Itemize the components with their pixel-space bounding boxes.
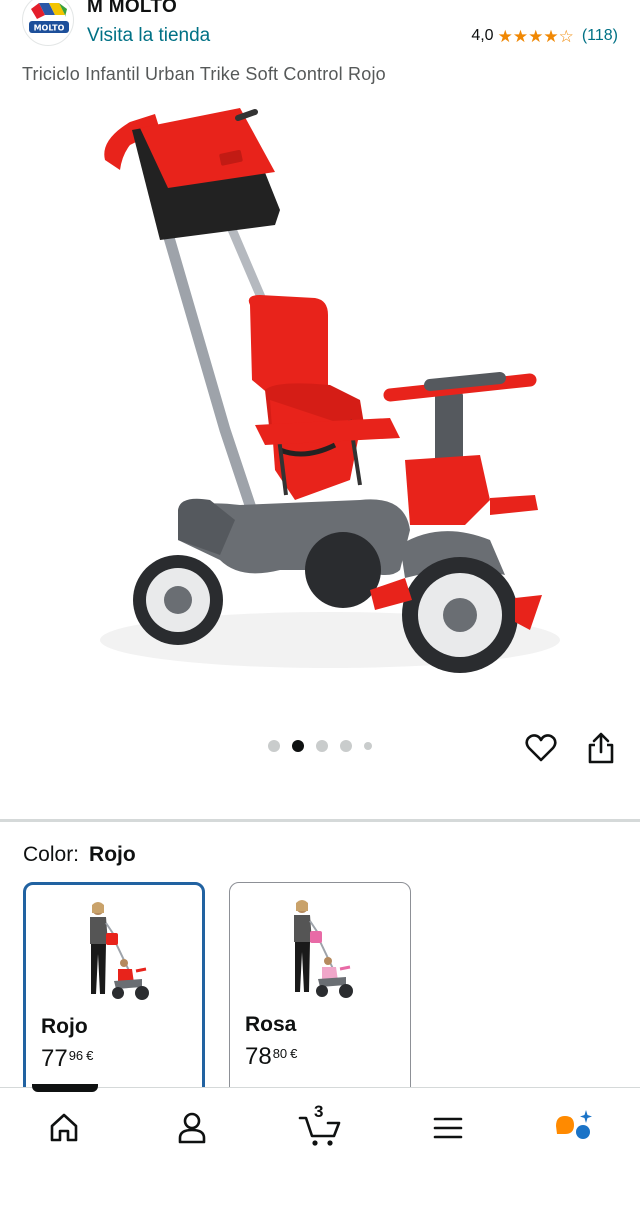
color-selection-label: Color: Rojo — [23, 843, 136, 866]
nav-assistant[interactable] — [552, 1106, 600, 1150]
color-option-image — [90, 902, 149, 1000]
star-filled-icon: ★ — [512, 26, 529, 46]
menu-icon — [433, 1117, 463, 1139]
color-option-image — [294, 900, 353, 998]
assistant-icon — [556, 1110, 592, 1139]
color-option-name: Rosa — [245, 1013, 297, 1036]
brand-logo[interactable]: MOLTO — [22, 0, 74, 46]
nav-cart[interactable]: 3 — [296, 1102, 344, 1150]
carousel-dot-active[interactable] — [292, 740, 304, 752]
product-title: Triciclo Infantil Urban Trike Soft Contr… — [22, 64, 386, 84]
rating-value: 4,0 — [471, 27, 494, 44]
heart-icon — [525, 734, 557, 762]
visit-store-link[interactable]: Visita la tienda — [87, 25, 210, 47]
color-option-rosa[interactable]: Rosa 78 80 € — [229, 882, 411, 1102]
star-empty-icon: ☆ — [558, 26, 574, 46]
carousel-dot[interactable] — [268, 740, 280, 752]
share-icon — [588, 732, 614, 764]
selected-color: Rojo — [89, 843, 136, 866]
nav-active-indicator — [32, 1084, 98, 1092]
rating-summary[interactable]: 4,0 ★ ★ ★ ★ ☆ (118) — [471, 27, 618, 45]
cart-count-badge: 3 — [314, 1102, 324, 1121]
star-rating: ★ ★ ★ ★ ☆ — [498, 28, 574, 45]
star-filled-icon: ★ — [528, 26, 544, 46]
home-icon — [50, 1113, 78, 1142]
carousel-dot[interactable] — [364, 742, 372, 750]
nav-menu[interactable] — [424, 1106, 472, 1150]
nav-account[interactable] — [168, 1106, 216, 1150]
star-filled-icon: ★ — [543, 26, 559, 46]
add-to-wishlist-button[interactable] — [524, 731, 558, 765]
carousel-dot[interactable] — [340, 740, 352, 752]
bottom-navigation: 3 — [0, 1084, 640, 1210]
svg-text:MOLTO: MOLTO — [34, 24, 65, 33]
carousel-dot[interactable] — [316, 740, 328, 752]
color-option-price: 78 80 € — [245, 1043, 298, 1070]
product-image[interactable] — [60, 100, 580, 700]
rating-count-link[interactable]: (118) — [582, 27, 618, 45]
nav-home[interactable] — [40, 1106, 88, 1150]
brand-name: M MOLTO — [87, 0, 178, 17]
user-icon — [178, 1112, 206, 1144]
color-option-name: Rojo — [41, 1015, 88, 1038]
store-header: MOLTO M MOLTO Visita la tienda 4,0 ★ ★ ★… — [0, 0, 640, 60]
star-filled-icon: ★ — [497, 26, 513, 46]
section-divider — [0, 819, 640, 822]
share-button[interactable] — [586, 730, 616, 766]
color-option-price: 77 96 € — [41, 1045, 94, 1072]
color-option-rojo[interactable]: Rojo 77 96 € — [23, 882, 205, 1102]
